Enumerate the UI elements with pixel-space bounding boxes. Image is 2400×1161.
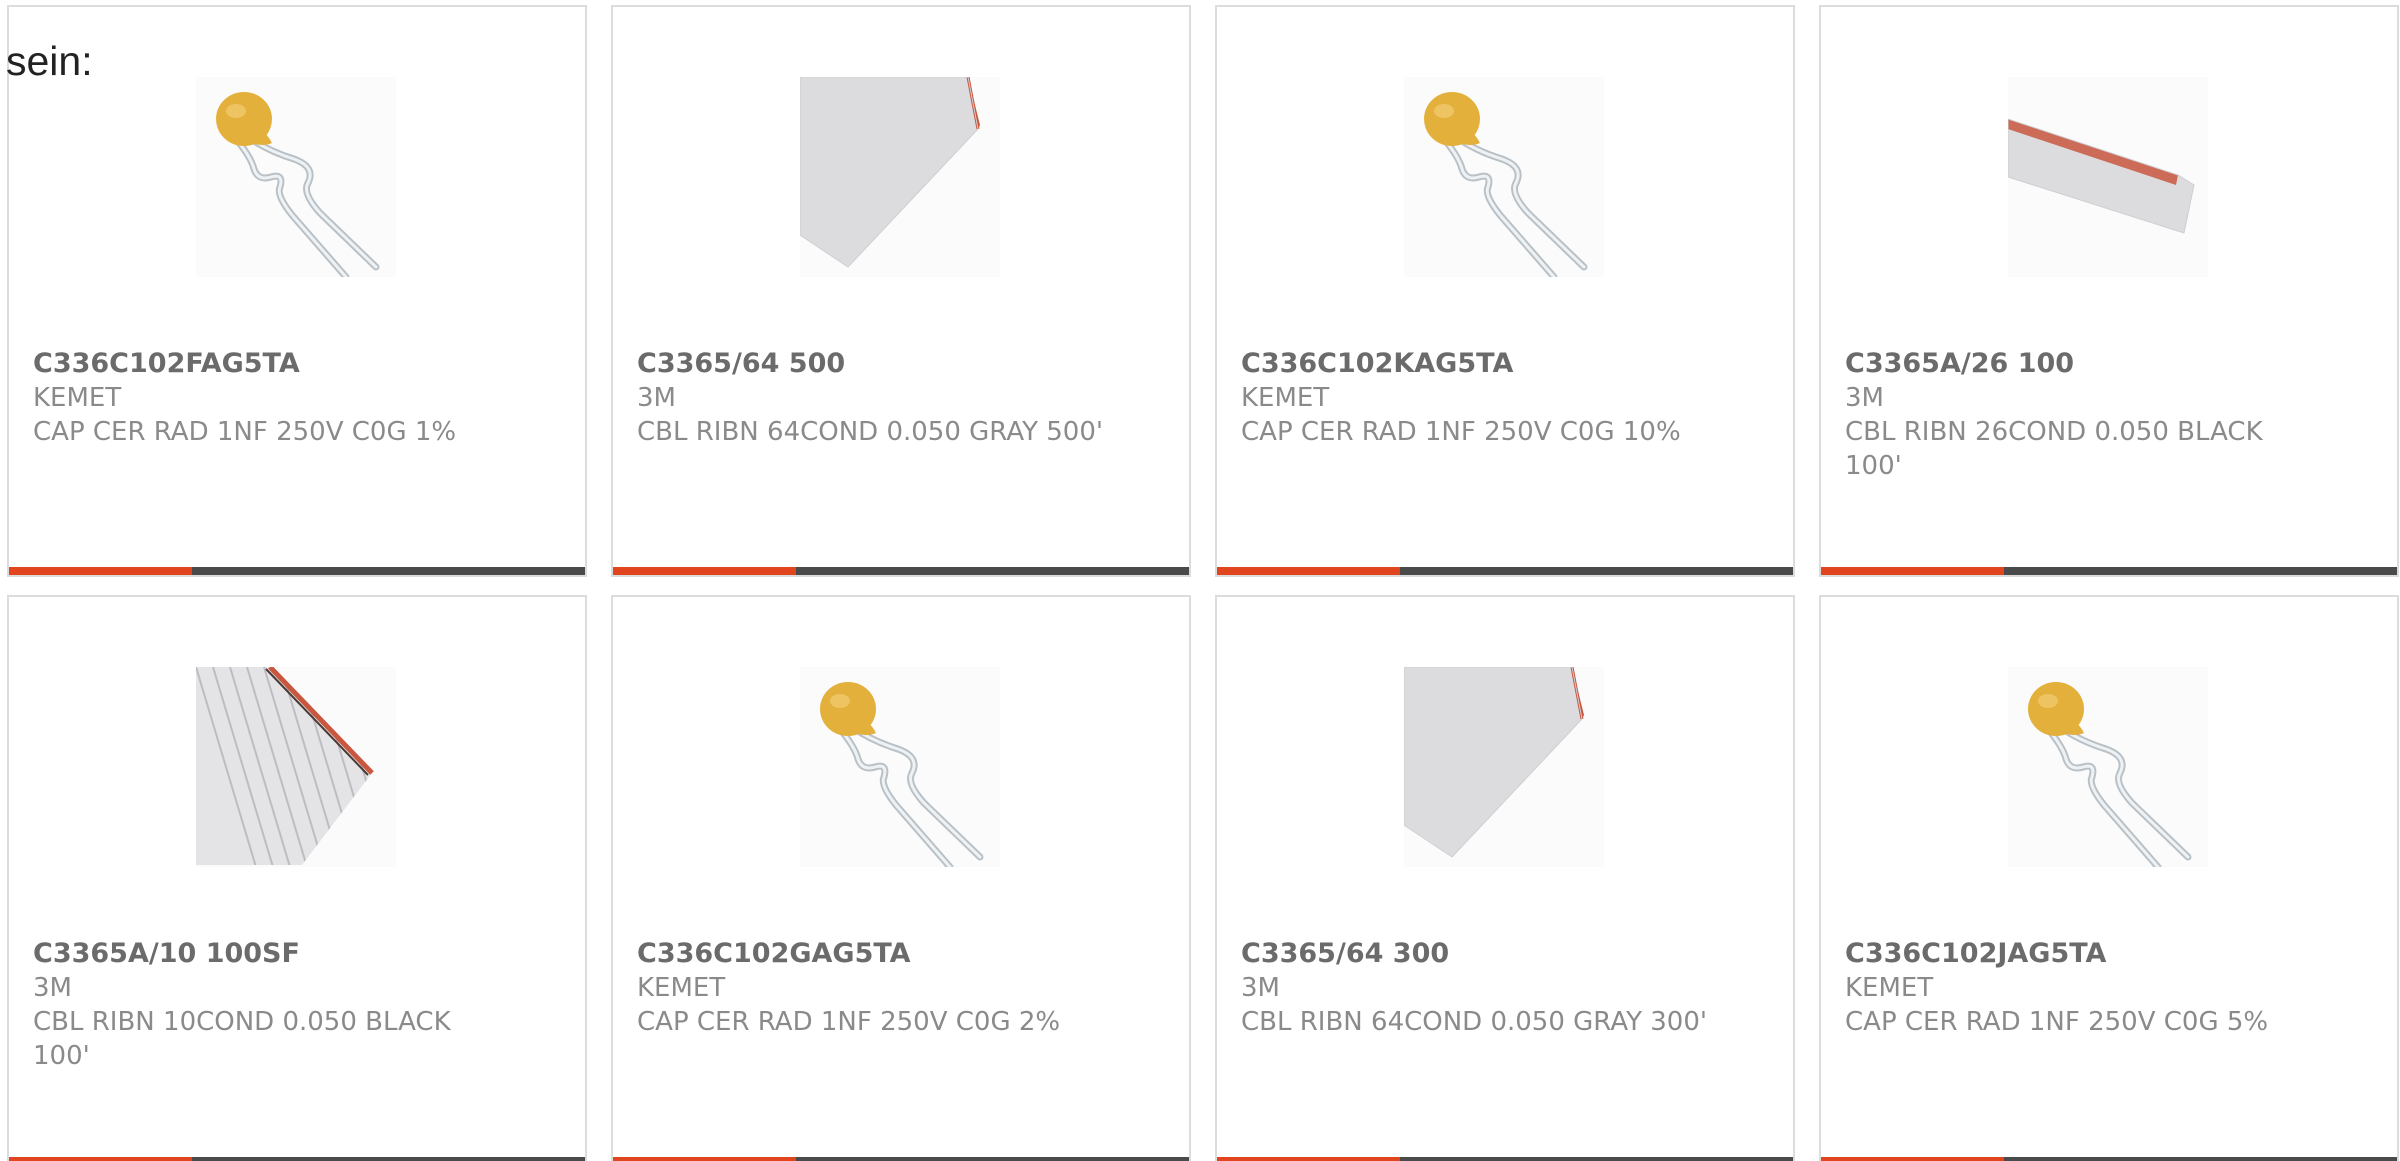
card-footer-bar	[1217, 1157, 1793, 1161]
card-footer-bar	[1821, 567, 2397, 575]
card-footer-bar	[613, 1157, 1189, 1161]
product-card[interactable]: C3365A/10 100SF 3M CBL RIBN 10COND 0.050…	[7, 595, 587, 1161]
product-description: CAP CER RAD 1NF 250V C0G 1%	[33, 417, 457, 447]
product-image[interactable]	[1404, 77, 1604, 277]
product-card[interactable]: C336C102FAG5TA KEMET CAP CER RAD 1NF 250…	[7, 5, 587, 577]
part-number[interactable]: C336C102FAG5TA	[33, 347, 503, 381]
product-card[interactable]: C3365/64 300 3M CBL RIBN 64COND 0.050 GR…	[1215, 595, 1795, 1161]
card-accent-bar	[9, 567, 192, 575]
manufacturer: 3M	[637, 383, 676, 413]
product-info: C3365A/26 100 3M CBL RIBN 26COND 0.050 B…	[1845, 347, 2315, 483]
product-description: CAP CER RAD 1NF 250V C0G 10%	[1241, 417, 1681, 447]
product-description: CAP CER RAD 1NF 250V C0G 5%	[1845, 1007, 2269, 1037]
card-footer-bar	[9, 567, 585, 575]
product-description: CAP CER RAD 1NF 250V C0G 2%	[637, 1007, 1061, 1037]
part-number[interactable]: C336C102KAG5TA	[1241, 347, 1711, 381]
part-number[interactable]: C336C102GAG5TA	[637, 937, 1107, 971]
card-accent-bar	[1217, 1157, 1400, 1161]
product-description: CBL RIBN 10COND 0.050 BLACK 100'	[33, 1007, 451, 1071]
ribbon-cable-wide-icon	[1404, 667, 1584, 858]
ribbon-cable-narrow-icon	[2008, 118, 2195, 234]
part-number[interactable]: C3365/64 500	[637, 347, 1107, 381]
product-image[interactable]	[196, 667, 396, 867]
page: sein: C336C102FAG5TA KEMET CAP CER RAD 1…	[0, 0, 2400, 1161]
product-info: C3365/64 300 3M CBL RIBN 64COND 0.050 GR…	[1241, 937, 1711, 1039]
product-card[interactable]: C336C102JAG5TA KEMET CAP CER RAD 1NF 250…	[1819, 595, 2399, 1161]
product-image[interactable]	[2008, 667, 2208, 867]
card-footer-bar	[1217, 567, 1793, 575]
card-accent-bar	[1217, 567, 1400, 575]
part-number[interactable]: C336C102JAG5TA	[1845, 937, 2315, 971]
card-accent-bar	[613, 1157, 796, 1161]
card-accent-bar	[1821, 1157, 2004, 1161]
card-accent-bar	[613, 567, 796, 575]
ceramic-capacitor-icon	[820, 682, 984, 867]
manufacturer: 3M	[1845, 383, 1884, 413]
manufacturer: KEMET	[1845, 973, 1934, 1003]
ceramic-capacitor-icon	[2028, 682, 2192, 867]
product-card[interactable]: C3365A/26 100 3M CBL RIBN 26COND 0.050 B…	[1819, 5, 2399, 577]
manufacturer: KEMET	[33, 383, 122, 413]
product-card[interactable]: C336C102GAG5TA KEMET CAP CER RAD 1NF 250…	[611, 595, 1191, 1161]
product-info: C336C102GAG5TA KEMET CAP CER RAD 1NF 250…	[637, 937, 1107, 1039]
ceramic-capacitor-icon	[216, 92, 380, 277]
product-info: C3365A/10 100SF 3M CBL RIBN 10COND 0.050…	[33, 937, 503, 1073]
card-footer-bar	[1821, 1157, 2397, 1161]
product-description: CBL RIBN 64COND 0.050 GRAY 300'	[1241, 1007, 1708, 1037]
product-description: CBL RIBN 26COND 0.050 BLACK 100'	[1845, 417, 2263, 481]
product-image[interactable]	[1404, 667, 1604, 867]
product-card[interactable]: C3365/64 500 3M CBL RIBN 64COND 0.050 GR…	[611, 5, 1191, 577]
product-card[interactable]: C336C102KAG5TA KEMET CAP CER RAD 1NF 250…	[1215, 5, 1795, 577]
intro-text: sein:	[6, 38, 93, 84]
ribbon-cable-striped-icon	[196, 667, 374, 865]
part-number[interactable]: C3365A/26 100	[1845, 347, 2315, 381]
card-accent-bar	[1821, 567, 2004, 575]
product-image[interactable]	[800, 667, 1000, 867]
product-info: C3365/64 500 3M CBL RIBN 64COND 0.050 GR…	[637, 347, 1107, 449]
ceramic-capacitor-icon	[1424, 92, 1588, 277]
manufacturer: KEMET	[637, 973, 726, 1003]
product-info: C336C102KAG5TA KEMET CAP CER RAD 1NF 250…	[1241, 347, 1711, 449]
manufacturer: 3M	[1241, 973, 1280, 1003]
manufacturer: 3M	[33, 973, 72, 1003]
card-footer-bar	[9, 1157, 585, 1161]
card-accent-bar	[9, 1157, 192, 1161]
card-footer-bar	[613, 567, 1189, 575]
part-number[interactable]: C3365/64 300	[1241, 937, 1711, 971]
product-image[interactable]	[196, 77, 396, 277]
product-info: C336C102FAG5TA KEMET CAP CER RAD 1NF 250…	[33, 347, 503, 449]
manufacturer: KEMET	[1241, 383, 1330, 413]
part-number[interactable]: C3365A/10 100SF	[33, 937, 503, 971]
ribbon-cable-wide-icon	[800, 77, 980, 268]
product-grid: C336C102FAG5TA KEMET CAP CER RAD 1NF 250…	[7, 5, 2399, 1161]
product-image[interactable]	[800, 77, 1000, 277]
product-description: CBL RIBN 64COND 0.050 GRAY 500'	[637, 417, 1104, 447]
product-image[interactable]	[2008, 77, 2208, 277]
product-info: C336C102JAG5TA KEMET CAP CER RAD 1NF 250…	[1845, 937, 2315, 1039]
